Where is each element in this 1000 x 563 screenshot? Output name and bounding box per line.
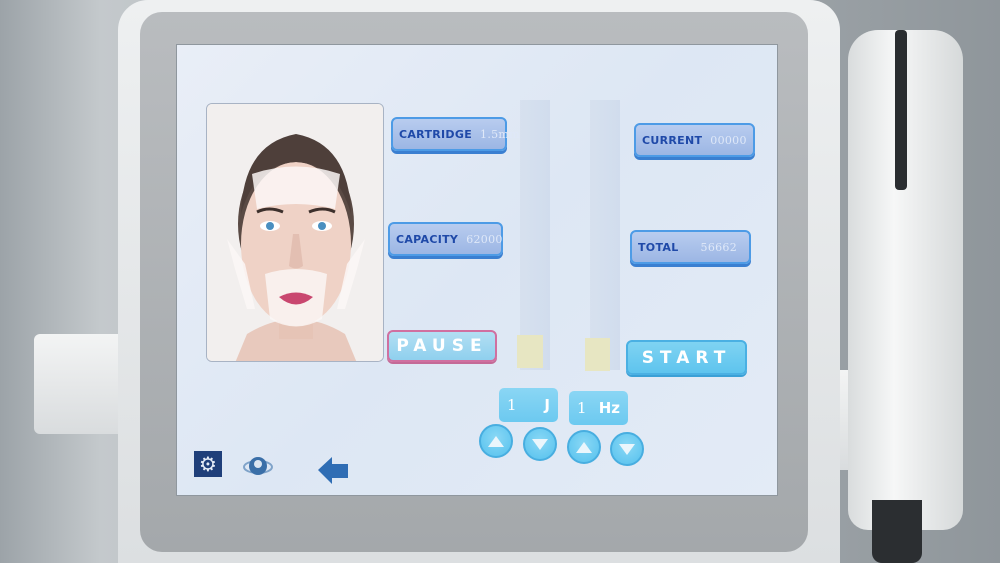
frequency-down-button[interactable] [610, 432, 644, 466]
cartridge-value: 1.5mm [480, 127, 520, 141]
capacity-display[interactable]: CAPACITY 62000 [388, 222, 503, 256]
cartridge-label: CARTRIDGE [399, 127, 473, 141]
face-image [207, 104, 383, 361]
back-arrow-icon[interactable] [316, 455, 350, 485]
frequency-value: 1 [577, 399, 587, 417]
frequency-unit: Hz [598, 399, 620, 417]
face-treatment-map[interactable] [206, 103, 384, 362]
frequency-up-button[interactable] [567, 430, 601, 464]
total-label: TOTAL [638, 240, 679, 254]
total-display[interactable]: TOTAL 56662 [630, 230, 751, 264]
current-display[interactable]: CURRENT 00000 [634, 123, 755, 157]
handpiece-slot [895, 30, 907, 190]
handpiece-tip [872, 500, 922, 563]
cartridge-display[interactable]: CARTRIDGE 1.5mm [391, 117, 520, 151]
support-headset-icon[interactable] [242, 452, 274, 482]
pause-button[interactable]: PAUSE [387, 330, 497, 362]
capacity-label: CAPACITY [396, 232, 459, 246]
arrow-down-icon [532, 438, 548, 450]
start-button[interactable]: START [626, 340, 747, 375]
capacity-value: 62000 [466, 232, 503, 246]
frequency-display: 1 Hz [569, 391, 628, 425]
arrow-up-icon [576, 441, 592, 453]
energy-unit: J [544, 396, 550, 414]
current-value: 00000 [710, 133, 747, 147]
arrow-up-icon [488, 435, 504, 447]
gear-icon[interactable]: ⚙ [194, 451, 222, 477]
level-bar-left [520, 100, 550, 370]
total-value: 56662 [700, 240, 738, 254]
energy-down-button[interactable] [523, 427, 557, 461]
level-indicator-right [585, 338, 610, 371]
arrow-down-icon [619, 443, 635, 455]
energy-value: 1 [507, 396, 517, 414]
energy-up-button[interactable] [479, 424, 513, 458]
level-bar-right [590, 100, 620, 370]
level-indicator-left [517, 335, 543, 368]
current-label: CURRENT [642, 133, 703, 147]
energy-display: 1 J [499, 388, 558, 422]
